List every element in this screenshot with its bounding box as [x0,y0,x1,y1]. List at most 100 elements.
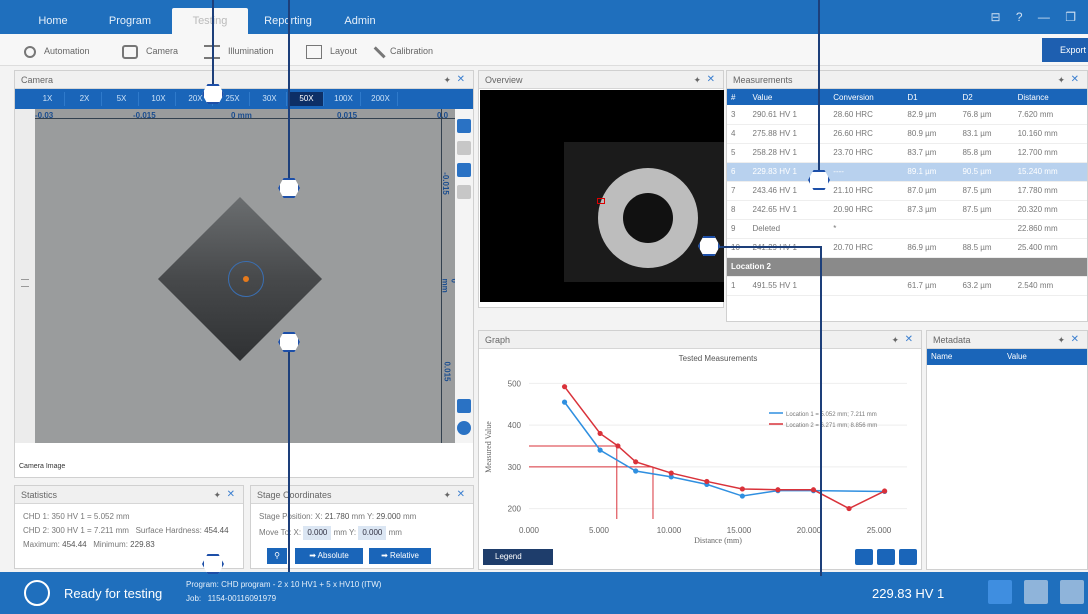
y-tick-label: 300 [508,463,522,472]
column-header[interactable]: Distance [1013,89,1087,105]
focus-tool-icon[interactable] [457,421,471,435]
zoom-100x-button[interactable]: 100X [327,92,361,106]
automation-label: Automation [44,46,90,56]
table-cell: 5 [727,143,749,163]
light-tool-icon[interactable] [457,399,471,413]
table-cell: 85.8 µm [958,143,1014,163]
table-row[interactable]: 4 275.88 HV 1 26.60 HRC 80.9 µm 83.1 µm 10.16… [727,124,1087,144]
x-tick-label: 5.000 [589,526,610,535]
table-cell: 8 [727,200,749,220]
pin-icon[interactable]: ✦ [891,331,899,349]
table-body: 3 290.61 HV 1 28.60 HRC 82.9 µm 76.8 µm 7.620… [727,105,1087,296]
zoom-1x-button[interactable]: 1X [31,92,65,106]
callout-line [708,246,822,248]
metadata-panel: Metadata ✦ ✕ Name Value [926,330,1088,570]
zoom-5x-button[interactable]: 5X [105,92,139,106]
table-cell: 83.1 µm [958,124,1014,144]
tab-camera[interactable]: Camera [19,463,44,470]
close-icon[interactable]: ✕ [707,71,715,89]
camera-view[interactable]: -0.03 -0.015 0 mm 0.015 0.0 -0.015 0 mm … [35,109,455,443]
zoom-50x-button[interactable]: 50X [290,92,324,106]
tab-testing[interactable]: Testing [172,8,248,34]
camera-button[interactable]: Camera [122,42,178,60]
y-axis-label: Measured Value [484,421,493,473]
column-header[interactable]: Conversion [829,89,904,105]
close-icon[interactable]: ✕ [457,71,465,89]
table-row[interactable]: 8 242.65 HV 1 20.90 HRC 87.3 µm 87.5 µm 20.32… [727,200,1087,220]
table-cell: 87.0 µm [903,181,959,201]
job-label: Job: [186,594,202,603]
settings-cog-icon[interactable] [899,549,917,565]
locate-button[interactable]: ⚲ [267,548,287,564]
illumination-button[interactable]: Illumination [204,42,274,60]
minmax-line: Maximum: 454.44 Minimum: 229.83 [23,538,243,552]
table-cell: 7.620 mm [1013,105,1087,125]
min-value: 229.83 [130,540,155,549]
layout-button[interactable]: Layout [306,42,357,60]
pin-icon[interactable]: ✦ [1057,331,1065,349]
zoom-200x-button[interactable]: 200X [364,92,398,106]
close-icon[interactable]: ✕ [227,486,235,504]
pin-icon[interactable]: ✦ [1057,71,1065,89]
pin-icon[interactable]: ✦ [443,486,451,504]
pin-icon[interactable]: ✦ [693,71,701,89]
close-icon[interactable]: ✕ [457,486,465,504]
data-point [739,486,745,492]
move-to-label: Move To: [259,528,292,537]
automation-button[interactable]: Automation [24,42,90,60]
zoom-10x-button[interactable]: 10X [142,92,176,106]
status-text: Ready for testing [64,586,163,601]
close-icon[interactable]: ✕ [905,331,913,349]
table-row[interactable]: 7 243.46 HV 1 21.10 HRC 87.0 µm 87.5 µm 17.78… [727,181,1087,201]
unit-label: mm [402,512,417,521]
tab-home[interactable]: Home [20,8,86,34]
close-icon[interactable]: ✕ [1071,331,1079,349]
statistics-header: Statistics ✦ ✕ [15,486,243,504]
vruler-label: -0.015 [441,172,451,195]
table-cell: 9 [727,219,749,239]
absolute-button[interactable]: ➡ Absolute [295,548,363,564]
table-row[interactable]: 1 491.55 HV 1 61.7 µm 63.2 µm 2.540 mm [727,276,1087,296]
column-header[interactable]: # [727,89,749,105]
calibration-button[interactable]: Calibration [373,42,433,60]
tab-program[interactable]: Program [92,8,168,34]
tab-admin[interactable]: Admin [330,8,390,34]
collapse-handle-icon[interactable] [21,279,29,287]
hardness-view-icon[interactable] [877,549,895,565]
table-row[interactable]: 5 258.28 HV 1 23.70 HRC 83.7 µm 85.8 µm 12.70… [727,143,1087,163]
table-row[interactable]: 9 Deleted * 22.860 mm [727,219,1087,239]
table-cell: 80.9 µm [903,124,959,144]
move-y-input[interactable]: 0.000 [358,526,387,540]
column-header[interactable]: D2 [958,89,1014,105]
start-test-button[interactable] [988,580,1012,604]
window-controls[interactable]: ⊟ ? — ❐ [991,10,1083,24]
pin-icon[interactable]: ✦ [443,71,451,89]
zoom-30x-button[interactable]: 30X [253,92,287,106]
table-row[interactable]: 6 229.83 HV 1 ---- 89.1 µm 90.5 µm 15.240 mm [727,162,1087,182]
close-icon[interactable]: ✕ [1071,71,1079,89]
x-tick-label: 25.000 [867,526,892,535]
export-button[interactable]: Export [1042,38,1088,62]
table-cell: 87.3 µm [903,200,959,220]
relative-button[interactable]: ➡ Relative [369,548,431,564]
measure-tool-icon[interactable] [457,163,471,177]
table-cell: 88.5 µm [958,238,1014,258]
automation-icon [24,45,36,58]
legend-button[interactable]: Legend [483,549,553,565]
overview-image[interactable] [480,90,724,302]
group-row[interactable]: Location 2 [727,257,1087,277]
metadata-header: Metadata ✦ ✕ [927,331,1087,349]
table-cell: 87.5 µm [958,181,1014,201]
move-to-row: Move To: X: 0.000 mm Y: 0.000 mm [259,526,473,540]
zoom-2x-button[interactable]: 2X [68,92,102,106]
table-row[interactable]: 3 290.61 HV 1 28.60 HRC 82.9 µm 76.8 µm 7.620… [727,105,1087,125]
pin-icon[interactable]: ✦ [213,486,221,504]
app-logo-icon[interactable] [24,580,50,606]
table-cell: 21.10 HRC [829,181,904,201]
column-header[interactable]: D1 [903,89,959,105]
move-x-input[interactable]: 0.000 [303,526,332,540]
tab-image[interactable]: Image [46,463,65,470]
scale-tool-icon [457,185,471,199]
ruler-tool-icon[interactable] [457,119,471,133]
chart-view-icon[interactable] [855,549,873,565]
